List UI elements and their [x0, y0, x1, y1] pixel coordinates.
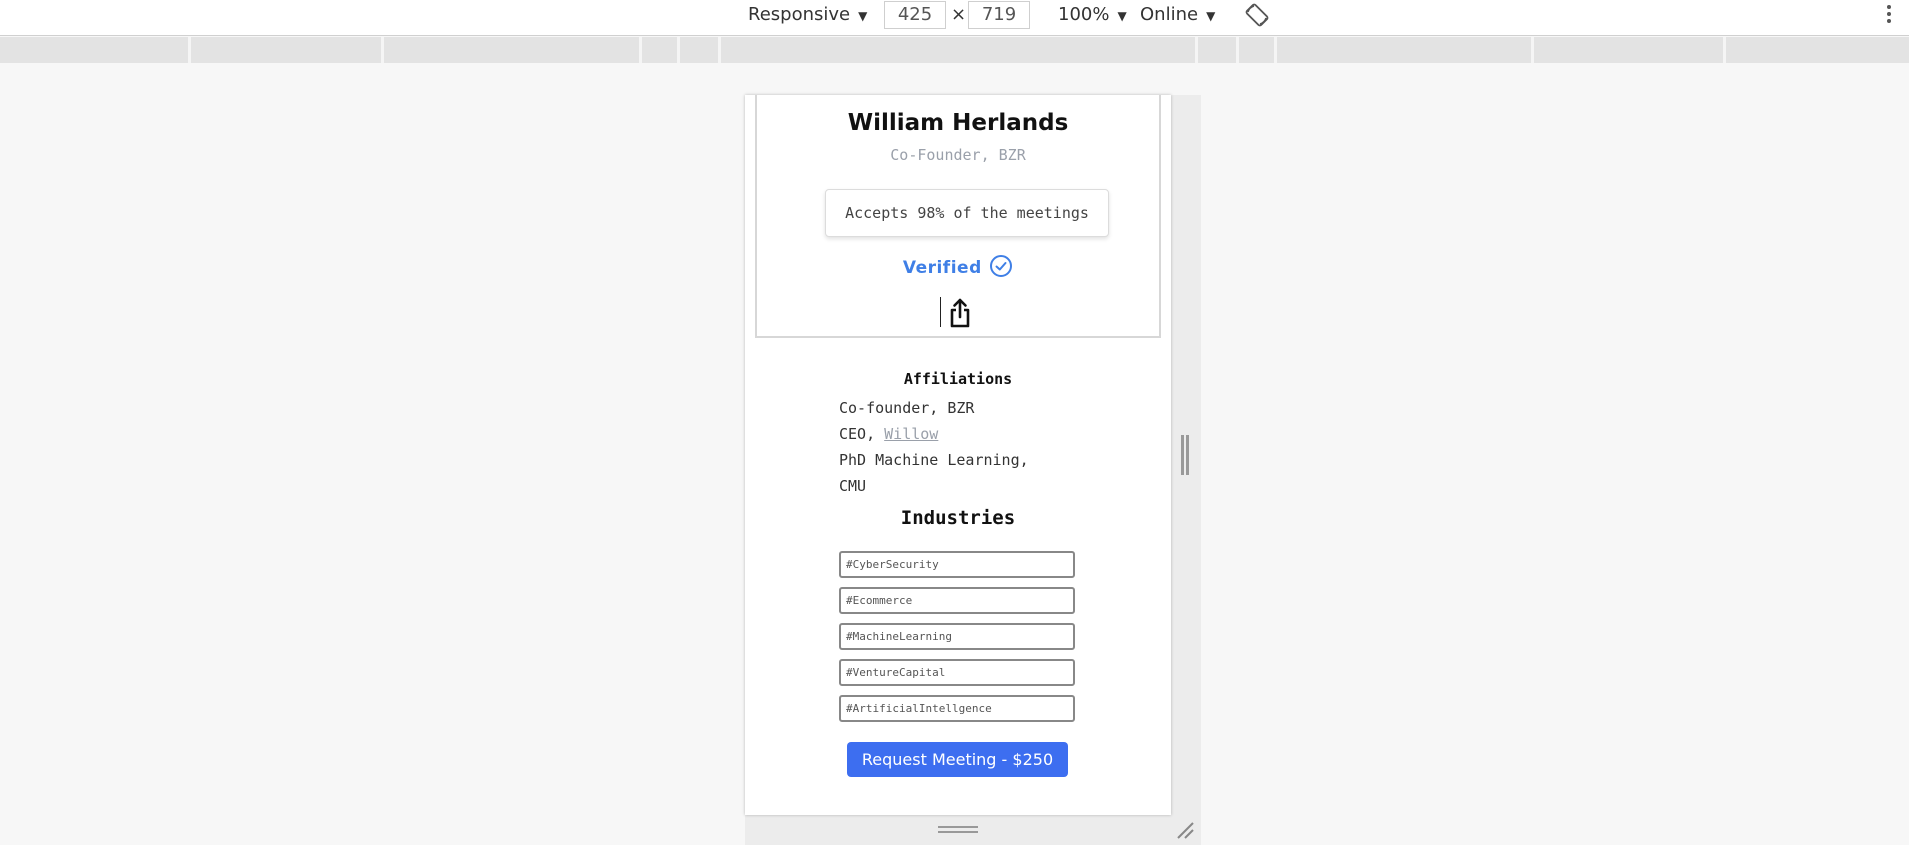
device-viewport: William Herlands Co-Founder, BZR Accepts… [745, 95, 1171, 815]
network-throttle-select[interactable]: Online ▼ [1140, 0, 1215, 30]
acceptance-rate-badge: Accepts 98% of the meetings [825, 189, 1109, 237]
affiliation-item: CEO, Willow [839, 421, 1079, 447]
rotate-icon[interactable] [1245, 3, 1269, 27]
willow-link[interactable]: Willow [884, 425, 938, 443]
resize-corner-icon[interactable] [1175, 820, 1195, 840]
media-query-divider [677, 37, 680, 63]
verified-badge: Verified [757, 255, 1159, 278]
media-query-divider [381, 37, 384, 63]
profile-name: William Herlands [847, 110, 1069, 136]
zoom-select[interactable]: 100% ▼ [1058, 0, 1127, 30]
devtools-device-toolbar: Responsive ▼ 425 × 719 100% ▼ Online ▼ [0, 0, 1909, 36]
width-input[interactable]: 425 [884, 1, 946, 29]
affiliations-heading: Affiliations [903, 370, 1013, 388]
share-icon[interactable] [949, 297, 971, 329]
affiliation-item: CMU [839, 477, 867, 495]
media-query-bar [0, 37, 1909, 63]
media-query-divider [639, 37, 642, 63]
industry-tag[interactable]: #MachineLearning [839, 623, 1075, 650]
media-query-divider [1274, 37, 1277, 63]
device-label: Responsive [748, 4, 851, 25]
height-input[interactable]: 719 [968, 1, 1030, 29]
chevron-down-icon: ▼ [1206, 9, 1216, 23]
check-circle-icon [990, 255, 1013, 277]
request-meeting-button[interactable]: Request Meeting - $250 [847, 742, 1068, 777]
industry-tag[interactable]: #VentureCapital [839, 659, 1075, 686]
zoom-label: 100% [1058, 4, 1110, 25]
dimension-separator: × [951, 4, 967, 25]
affiliation-item: PhD Machine Learning, [839, 451, 1029, 469]
affiliation-item: Co-founder, BZR [839, 399, 975, 417]
media-query-divider [1723, 37, 1726, 63]
media-query-divider [1195, 37, 1198, 63]
profile-title: Co-Founder, BZR [890, 146, 1026, 164]
media-query-divider [1531, 37, 1534, 63]
chevron-down-icon: ▼ [858, 9, 868, 23]
media-query-divider [1236, 37, 1239, 63]
device-select[interactable]: Responsive ▼ [748, 0, 867, 30]
industry-tag[interactable]: #Ecommerce [839, 587, 1075, 614]
affiliations-list: Co-founder, BZR CEO, Willow PhD Machine … [839, 395, 1079, 499]
industry-tag[interactable]: #CyberSecurity [839, 551, 1075, 578]
industry-tag[interactable]: #ArtificialIntellgence [839, 695, 1075, 722]
media-query-divider [718, 37, 721, 63]
viewport-resize-handle-bottom[interactable] [938, 826, 978, 834]
chevron-down-icon: ▼ [1117, 9, 1127, 23]
profile-card: William Herlands Co-Founder, BZR Accepts… [755, 95, 1161, 338]
affiliation-role: CEO, [839, 425, 885, 443]
media-query-divider [188, 37, 191, 63]
verified-label: Verified [902, 258, 982, 278]
viewport-resize-handle-right[interactable] [1181, 435, 1189, 475]
text-cursor [940, 297, 941, 327]
more-vert-icon[interactable] [1885, 3, 1893, 27]
industries-heading: Industries [900, 507, 1016, 529]
network-label: Online [1140, 4, 1199, 25]
